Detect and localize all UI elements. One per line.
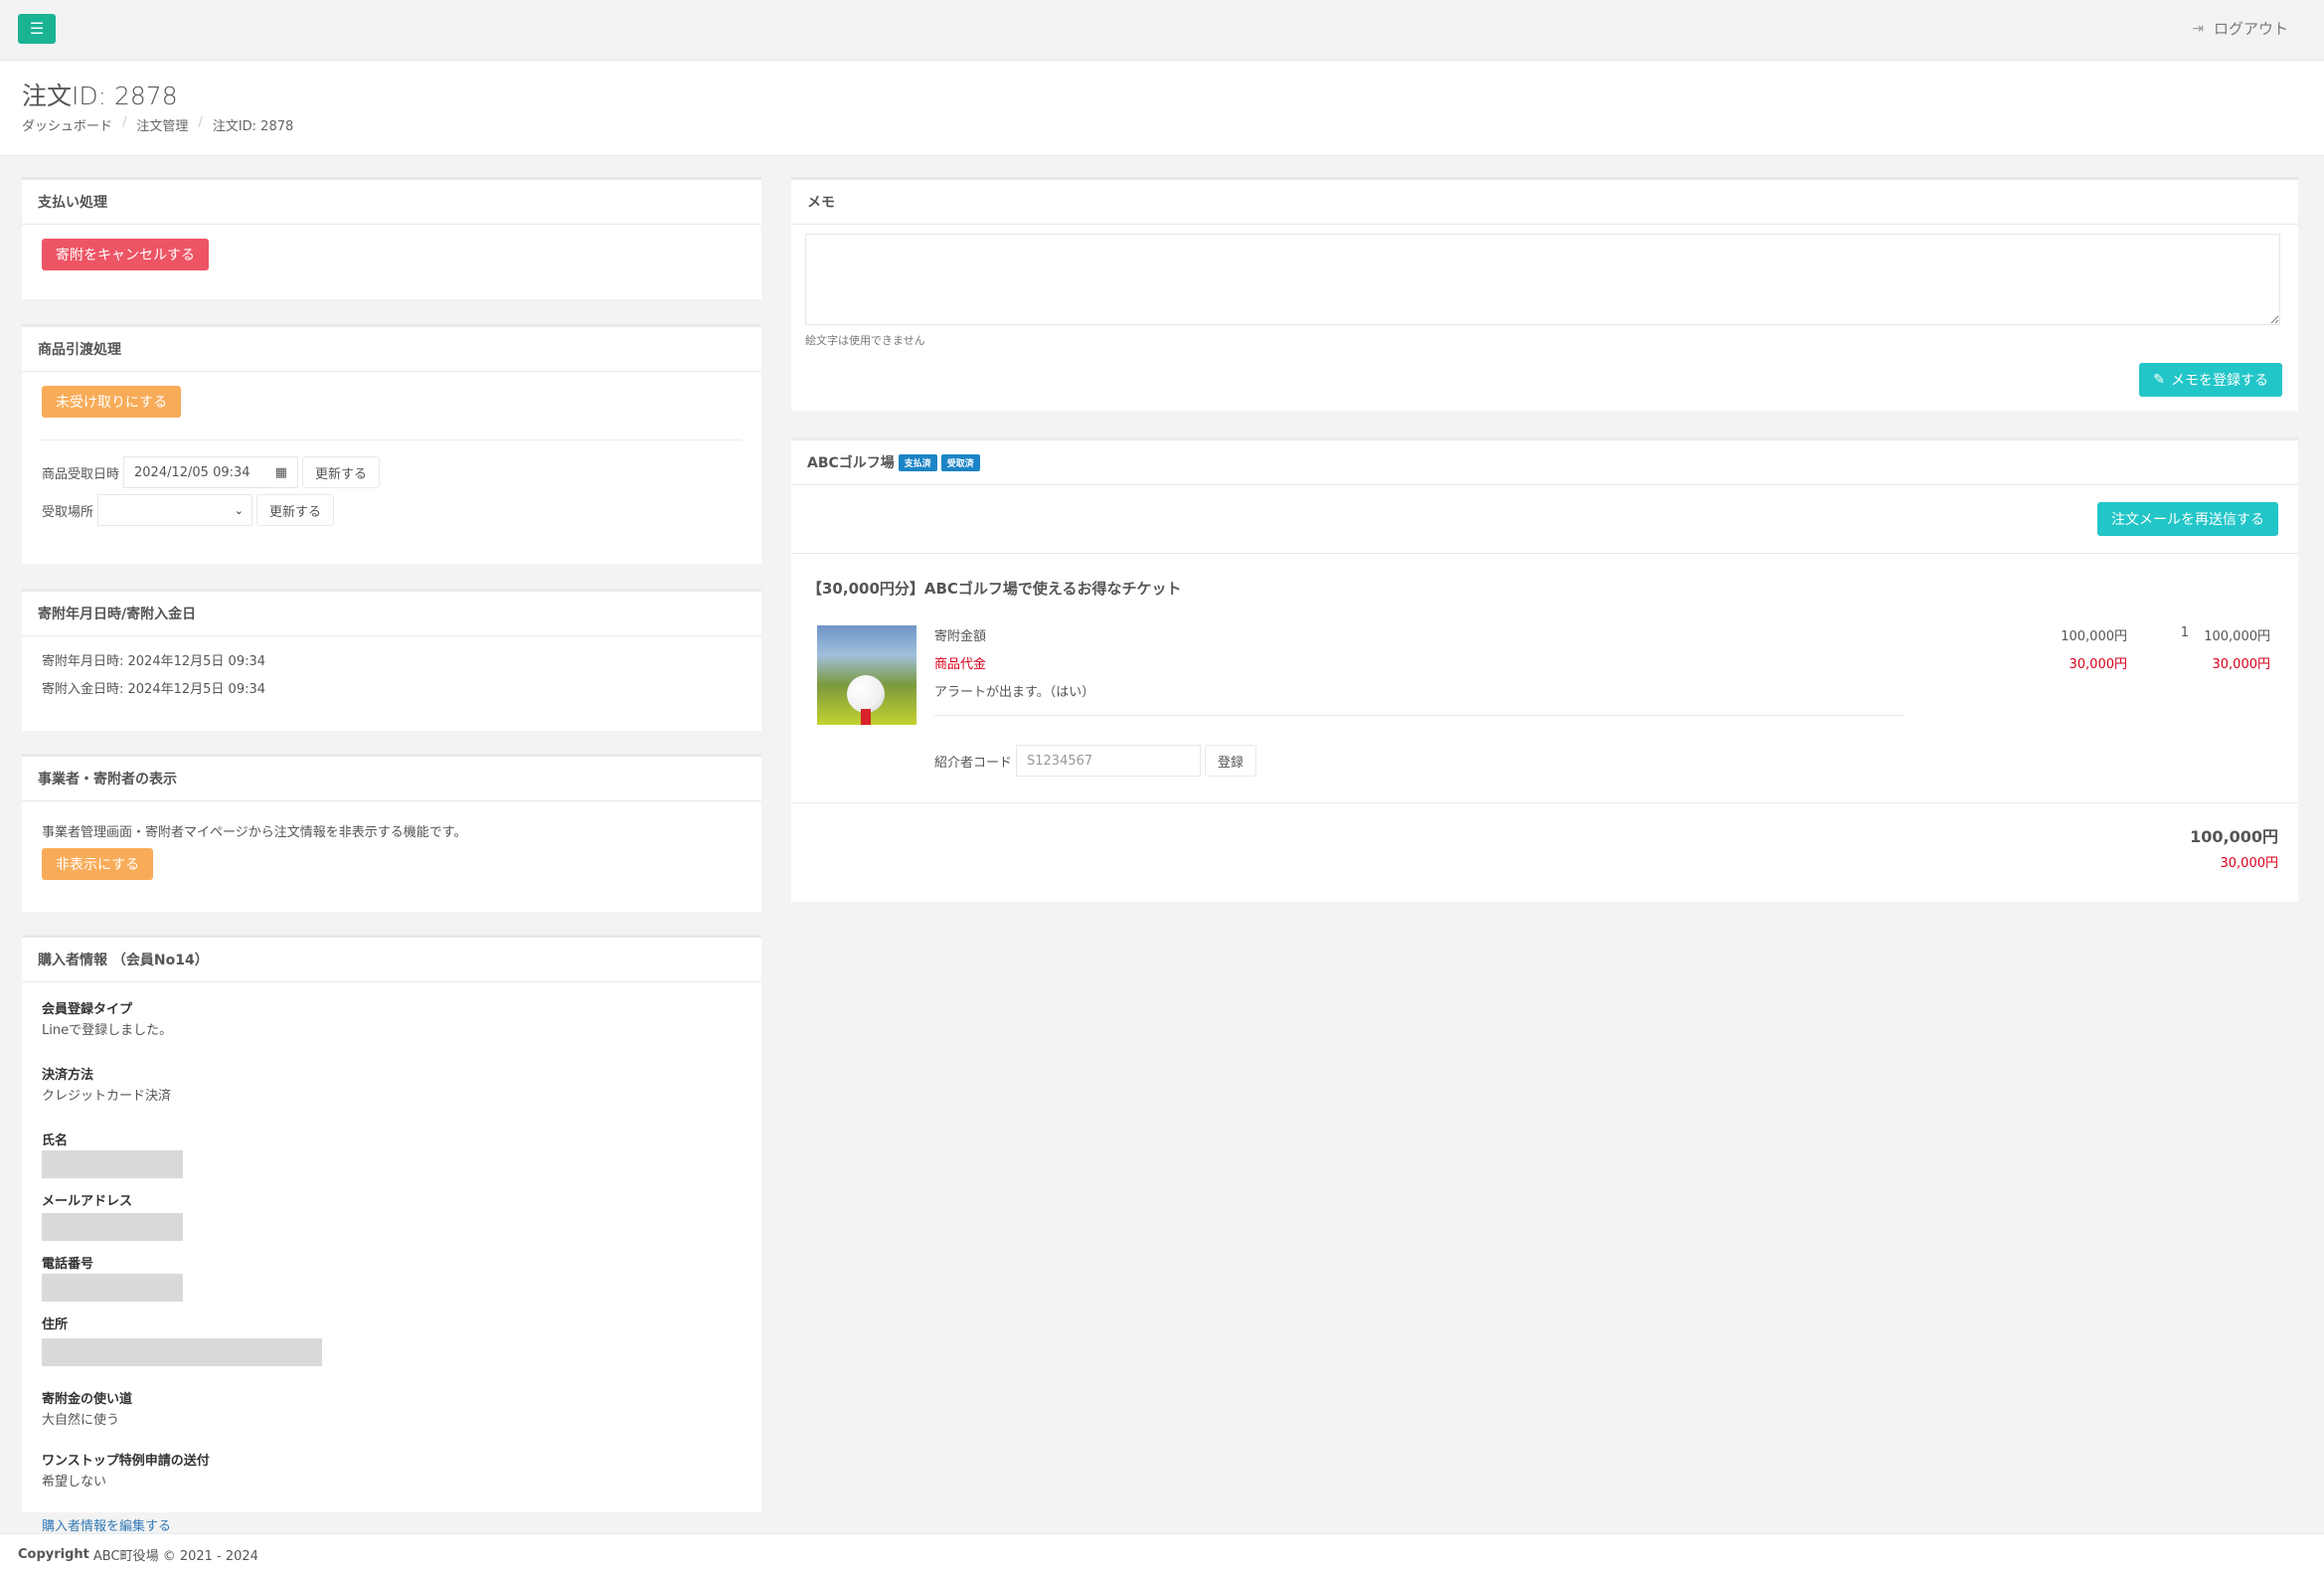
payment-method-value: クレジットカード決済 — [42, 1089, 172, 1104]
update-place-button[interactable]: 更新する — [256, 494, 335, 526]
divider — [791, 802, 2298, 803]
name-label: 氏名 — [42, 1134, 69, 1148]
register-referrer-button[interactable]: 登録 — [1205, 745, 1257, 777]
memo-textarea[interactable] — [805, 234, 2280, 325]
one-stop-label: ワンストップ特例申請の送付 — [42, 1454, 210, 1469]
place-label: 受取場所 — [42, 504, 94, 520]
hamburger-icon: ☰ — [29, 21, 45, 38]
quantity: 1 — [2180, 625, 2189, 640]
referrer-label: 紹介者コード — [934, 755, 1013, 771]
email-label: メールアドレス — [42, 1194, 133, 1209]
divider — [42, 439, 742, 440]
memo-help-text: 絵文字は使用できません — [805, 334, 925, 347]
breadcrumb-separator: / — [122, 115, 127, 130]
divider — [934, 715, 1905, 716]
buyer-info-title: 購入者情報 （会員No14） — [22, 938, 761, 982]
donation-dates-title: 寄附年月日時/寄附入金日 — [22, 592, 761, 636]
referrer-row: 紹介者コード S1234567 登録 — [934, 745, 1257, 777]
product-cost-total: 30,000円 — [2212, 657, 2271, 672]
phone-label: 電話番号 — [42, 1257, 94, 1272]
sign-out-icon: ⇥ — [2192, 20, 2204, 37]
deposit-date-text: 寄附入金日時: 2024年12月5日 09:34 — [42, 682, 266, 697]
copyright-text: ABC町役場 © 2021 - 2024 — [92, 1548, 258, 1564]
donation-date-text: 寄附年月日時: 2024年12月5日 09:34 — [42, 654, 266, 669]
pencil-icon: ✎ — [2153, 372, 2165, 388]
copyright-bold: Copyright — [18, 1546, 89, 1562]
address-redacted — [42, 1338, 322, 1366]
product-image — [817, 625, 916, 725]
page-title: 注文ID: 2878 — [22, 82, 178, 110]
save-memo-button[interactable]: ✎ メモを登録する — [2139, 363, 2282, 397]
received-date-input[interactable]: 2024/12/05 09:34 ▦ — [123, 456, 299, 488]
breadcrumb-current: 注文ID: 2878 — [212, 119, 294, 134]
shop-name: ABCゴルフ場 — [807, 455, 895, 471]
donation-dates-panel: 寄附年月日時/寄附入金日 寄附年月日時: 2024年12月5日 09:34 寄附… — [22, 589, 761, 731]
donation-use-label: 寄附金の使い道 — [42, 1392, 133, 1407]
donation-unit-price: 100,000円 — [2061, 629, 2127, 644]
footer: Copyright ABC町役場 © 2021 - 2024 — [0, 1533, 2324, 1574]
payment-panel-title: 支払い処理 — [22, 180, 761, 225]
place-select[interactable]: ⌄ — [97, 494, 253, 526]
received-badge: 受取済 — [940, 453, 980, 471]
golf-ball-image — [847, 675, 885, 713]
cancel-donation-button[interactable]: 寄附をキャンセルする — [42, 239, 209, 270]
referrer-placeholder: S1234567 — [1027, 753, 1093, 769]
visibility-panel-title: 事業者・寄附者の表示 — [22, 757, 761, 801]
logout-label: ログアウト — [2213, 20, 2288, 38]
hide-button[interactable]: 非表示にする — [42, 848, 154, 880]
order-panel-title: ABCゴルフ場 支払済 受取済 — [791, 440, 2298, 485]
registration-type-value: Lineで登録しました。 — [42, 1023, 173, 1038]
mark-unreceived-button[interactable]: 未受け取りにする — [42, 386, 182, 418]
email-redacted — [42, 1213, 183, 1241]
alert-text: アラートが出ます。（はい） — [934, 685, 1095, 700]
breadcrumb-separator: / — [198, 115, 203, 130]
memo-panel-title: メモ — [791, 180, 2298, 225]
divider — [791, 553, 2298, 554]
resend-order-mail-button[interactable]: 注文メールを再送信する — [2097, 502, 2278, 536]
order-panel: ABCゴルフ場 支払済 受取済 注文メールを再送信する 【30,000円分】AB… — [791, 437, 2298, 902]
breadcrumb: ダッシュボード / 注文管理 / 注文ID: 2878 — [22, 115, 293, 134]
address-label: 住所 — [42, 1317, 69, 1332]
payment-panel: 支払い処理 寄附をキャンセルする — [22, 177, 761, 299]
delivery-panel-title: 商品引渡処理 — [22, 327, 761, 372]
paid-badge: 支払済 — [898, 453, 937, 471]
save-memo-label: メモを登録する — [2171, 373, 2268, 389]
phone-redacted — [42, 1274, 183, 1302]
calendar-icon[interactable]: ▦ — [275, 465, 287, 480]
edit-buyer-link[interactable]: 購入者情報を編集する — [42, 1519, 171, 1534]
logout-link[interactable]: ⇥ ログアウト — [2192, 18, 2288, 39]
payment-method-label: 決済方法 — [42, 1068, 94, 1083]
received-date-label: 商品受取日時 — [42, 466, 120, 482]
received-date-value: 2024/12/05 09:34 — [134, 464, 250, 480]
delivery-panel: 商品引渡処理 未受け取りにする 商品受取日時 2024/12/05 09:34 … — [22, 324, 761, 564]
grand-cost: 30,000円 — [2220, 856, 2279, 871]
golf-tee-image — [861, 709, 871, 725]
product-cost-label: 商品代金 — [934, 657, 987, 672]
product-cost-unit: 30,000円 — [2069, 657, 2128, 672]
name-redacted — [42, 1150, 183, 1178]
donation-line-total: 100,000円 — [2204, 629, 2270, 644]
product-title: 【30,000円分】ABCゴルフ場で使えるお得なチケット — [807, 580, 1182, 598]
referrer-input[interactable]: S1234567 — [1016, 745, 1202, 777]
update-date-button[interactable]: 更新する — [302, 456, 381, 488]
one-stop-value: 希望しない — [42, 1475, 107, 1489]
visibility-description: 事業者管理画面・寄附者マイページから注文情報を非表示する機能です。 — [42, 825, 467, 840]
memo-panel: メモ 絵文字は使用できません ✎ メモを登録する — [791, 177, 2298, 411]
page-header: 注文ID: 2878 ダッシュボード / 注文管理 / 注文ID: 2878 — [0, 61, 2324, 156]
top-navbar: ☰ ⇥ ログアウト — [0, 0, 2324, 61]
menu-toggle-button[interactable]: ☰ — [18, 14, 56, 44]
buyer-info-panel: 購入者情報 （会員No14） 会員登録タイプ Lineで登録しました。 決済方法… — [22, 935, 761, 1534]
grand-total: 100,000円 — [2190, 827, 2278, 846]
donation-use-value: 大自然に使う — [42, 1413, 120, 1428]
registration-type-label: 会員登録タイプ — [42, 1002, 133, 1017]
breadcrumb-dashboard[interactable]: ダッシュボード — [22, 115, 112, 134]
chevron-down-icon: ⌄ — [234, 503, 245, 517]
breadcrumb-orders[interactable]: 注文管理 — [136, 115, 188, 134]
visibility-panel: 事業者・寄附者の表示 事業者管理画面・寄附者マイページから注文情報を非表示する機… — [22, 754, 761, 912]
donation-amount-label: 寄附金額 — [934, 629, 987, 644]
